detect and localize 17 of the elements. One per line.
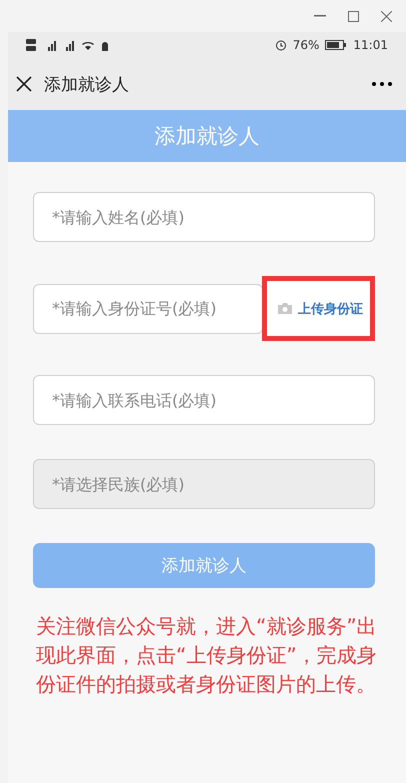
instruction-note: 关注微信公众号就，进入“就诊服务”出现此界面，点击“上传身份证”，完成身份证件的拍摄或者身份证图片的上传。 [36,613,378,698]
battery-percent: 76% [292,38,320,52]
select-field[interactable]: *请选择民族(必填) [33,459,375,509]
battery-icon [325,40,348,50]
upload-id-button[interactable]: 上传身份证 [262,276,375,341]
more-icon[interactable] [372,82,392,86]
page-title: 添加就诊人 [44,74,130,96]
header-title: 添加就诊人 [154,123,260,150]
input-field[interactable]: *请输入姓名(必填) [33,192,375,242]
minimize-icon[interactable] [314,15,326,17]
clock-time: 11:01 [353,38,388,52]
input-field[interactable]: *请输入联系电话(必填) [33,375,375,425]
close-icon[interactable] [16,76,32,92]
camera-icon [277,302,293,315]
alarm-icon [274,39,287,51]
id-number-field[interactable]: *请输入身份证号(必填) [33,284,263,334]
maximize-icon[interactable] [348,10,359,22]
